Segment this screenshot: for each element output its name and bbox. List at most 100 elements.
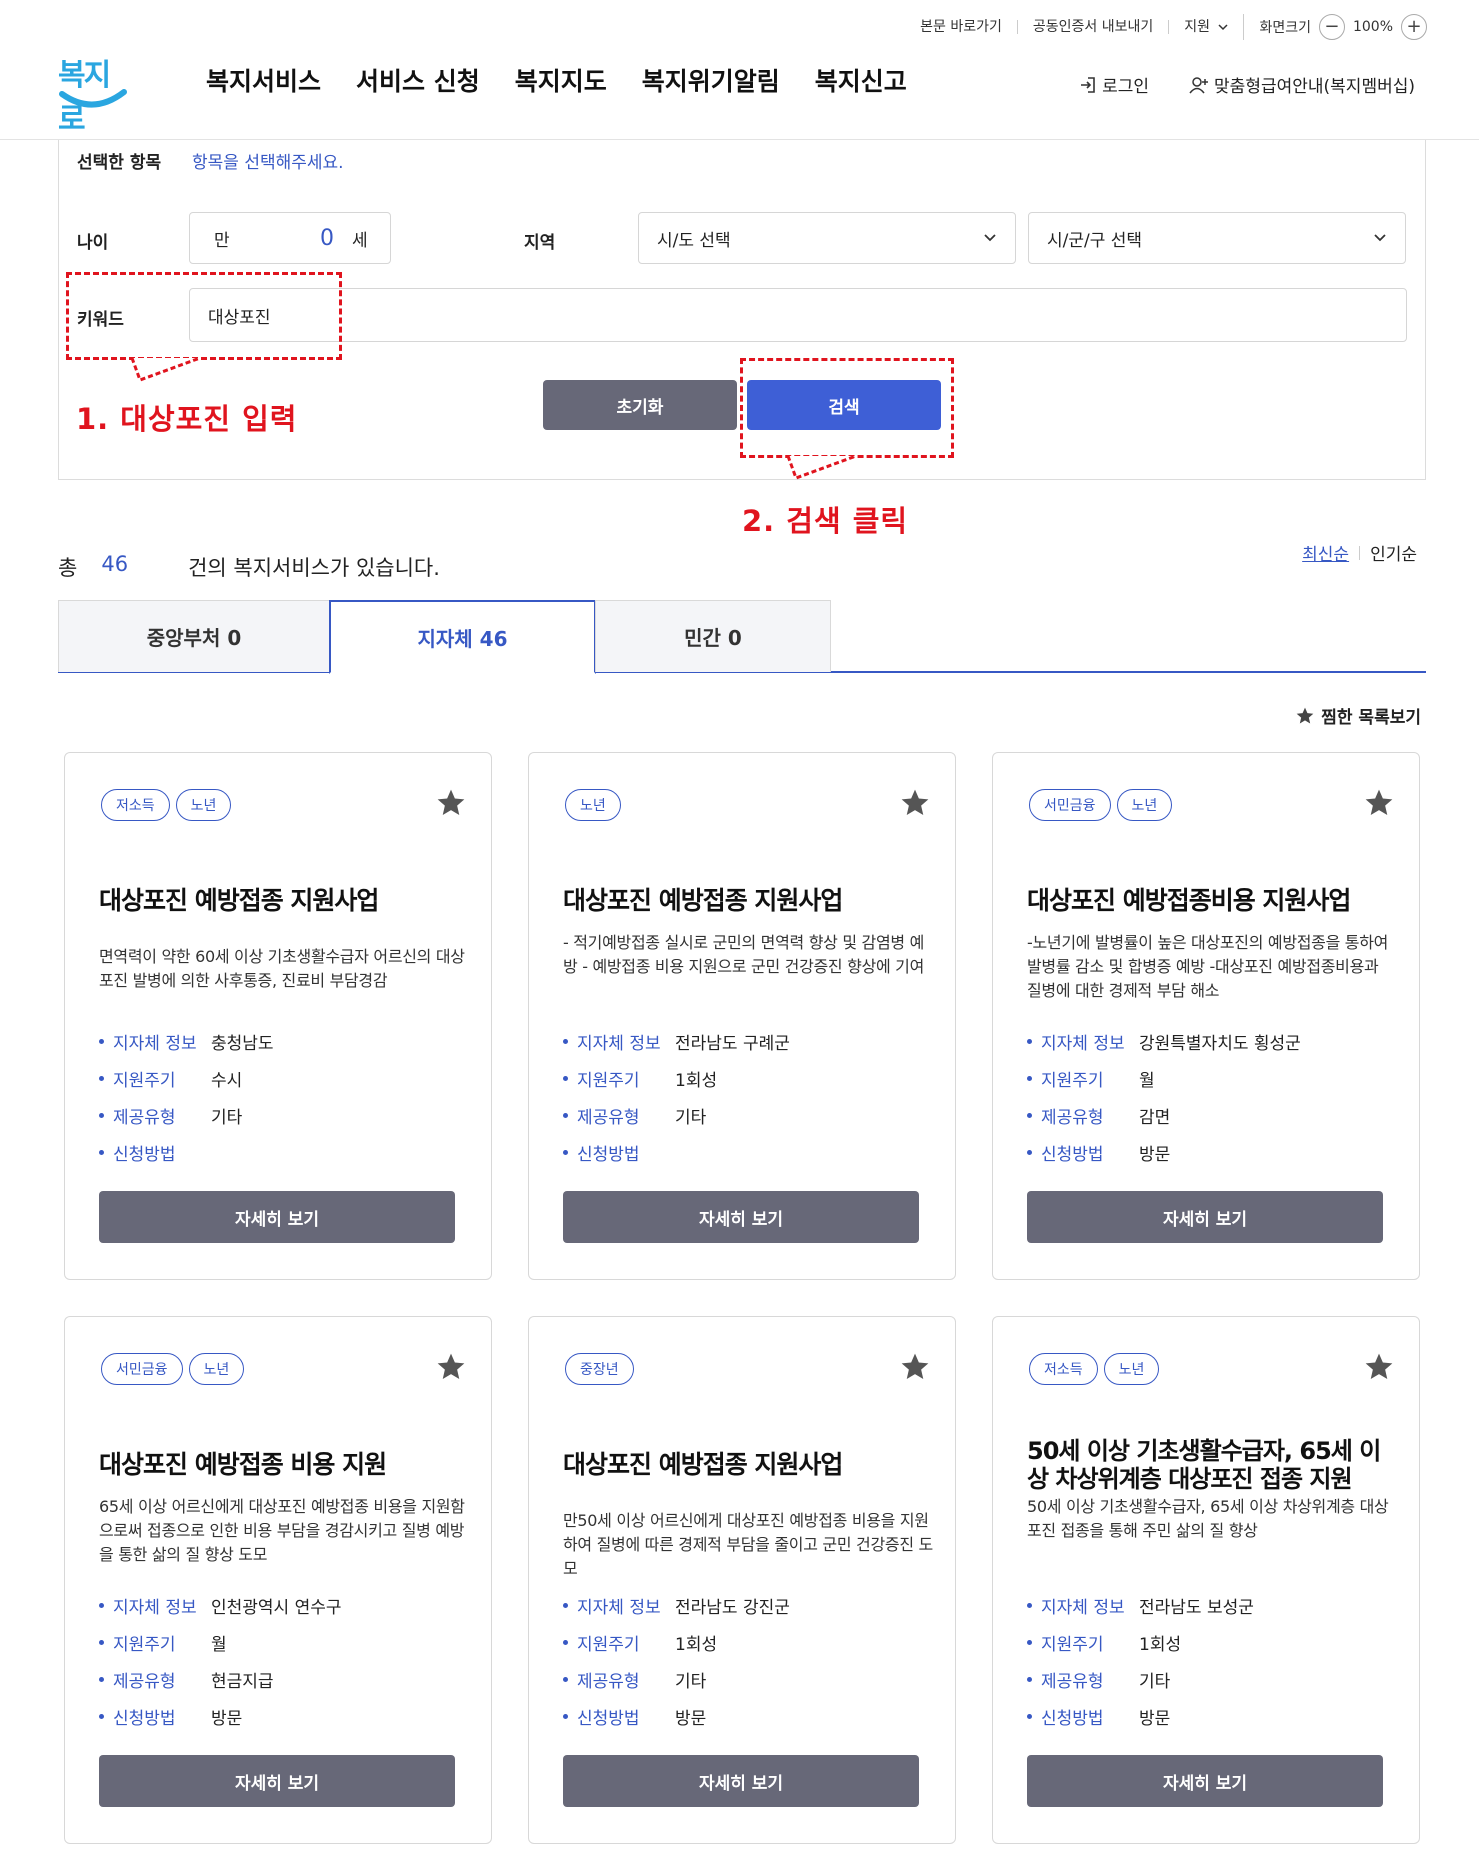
info-key: 신청방법 [1027,1140,1139,1165]
info-value: 방문 [211,1709,243,1729]
info-row: 지원주기 수시 [99,1060,274,1097]
detail-button[interactable]: 자세히 보기 [99,1191,455,1243]
tab-local-government[interactable]: 지자체 46 [329,600,596,674]
age-input[interactable]: 0 [320,226,334,251]
info-key: 신청방법 [563,1140,675,1165]
detail-button[interactable]: 자세히 보기 [563,1755,919,1807]
sido-select[interactable]: 시/도 선택 [638,212,1016,264]
info-value: 1회성 [675,1071,718,1091]
star-icon[interactable] [435,787,467,819]
info-row: 지자체 정보 전라남도 구례군 [563,1023,790,1060]
star-icon[interactable] [435,1351,467,1383]
age-field[interactable]: 만 0 세 [189,212,391,264]
nav-welfare-services[interactable]: 복지서비스 [206,62,321,98]
selected-items-hint: 항목을 선택해주세요. [192,153,344,173]
info-key: 제공유형 [99,1103,211,1128]
info-row: 제공유형 기타 [563,1661,790,1698]
sort-popular[interactable]: 인기순 [1370,540,1417,565]
star-icon[interactable] [1363,787,1395,819]
info-key: 제공유형 [563,1103,675,1128]
card-title[interactable]: 대상포진 예방접종 지원사업 [99,865,469,937]
info-key: 지원주기 [563,1066,675,1091]
info-row: 제공유형 감면 [1027,1097,1301,1134]
card-info-list: 지자체 정보 인천광역시 연수구 지원주기 월 제공유형 현금지급 신청방법 방… [99,1587,342,1735]
detail-button[interactable]: 자세히 보기 [1027,1755,1383,1807]
sigungu-select[interactable]: 시/군/구 선택 [1028,212,1406,264]
info-value: 방문 [1139,1145,1171,1165]
service-card: 서민금융 노년 대상포진 예방접종비용 지원사업 -노년기에 발병률이 높은 대상… [992,752,1420,1280]
card-title[interactable]: 대상포진 예방접종 지원사업 [563,1429,933,1501]
membership-label: 맞춤형급여안내(복지멤버십) [1214,77,1415,97]
export-certificate-link[interactable]: 공동인증서 내보내기 [1016,20,1168,34]
detail-button[interactable]: 자세히 보기 [99,1755,455,1807]
info-value: 수시 [211,1071,243,1091]
service-card: 저소득 노년 50세 이상 기초생활수급자, 65세 이상 차상위계층 대상포진 … [992,1316,1420,1844]
info-key: 신청방법 [1027,1704,1139,1729]
star-icon[interactable] [899,787,931,819]
info-value: 1회성 [675,1635,718,1655]
favorites-label: 찜한 목록보기 [1321,708,1421,728]
category-tag: 노년 [188,1353,245,1385]
sort-latest[interactable]: 최신순 [1302,540,1349,565]
zoom-out-button[interactable]: − [1318,14,1345,40]
info-value: 전라남도 강진군 [675,1598,790,1618]
nav-welfare-report[interactable]: 복지신고 [815,62,907,98]
service-card: 저소득 노년 대상포진 예방접종 지원사업 면역력이 약한 60세 이상 기초생활… [64,752,492,1280]
nav-service-apply[interactable]: 서비스 신청 [356,62,480,98]
sort-options: 최신순 인기순 [1302,540,1417,565]
info-row: 지자체 정보 전라남도 보성군 [1027,1587,1254,1624]
login-link[interactable]: 로그인 [1079,72,1149,97]
card-description: 50세 이상 기초생활수급자, 65세 이상 차상위계층 대상포진 접종을 통해… [1027,1497,1389,1540]
info-row: 제공유형 기타 [1027,1661,1254,1698]
result-count: 총 46 건의 복지서비스가 있습니다. [58,552,440,582]
account-nav: 로그인 맞춤형급여안내(복지멤버십) [1079,72,1415,97]
support-dropdown[interactable]: 지원 [1168,20,1243,34]
reset-button[interactable]: 초기화 [543,380,737,430]
category-tag: 노년 [175,789,232,821]
age-prefix: 만 [214,230,230,251]
info-row: 신청방법 방문 [99,1698,342,1735]
card-title[interactable]: 대상포진 예방접종 비용 지원 [99,1429,469,1501]
info-key: 지자체 정보 [563,1029,675,1054]
info-key: 지원주기 [1027,1630,1139,1655]
keyword-input[interactable]: 대상포진 [189,288,1407,342]
total-prefix: 총 [58,556,78,580]
card-title[interactable]: 50세 이상 기초생활수급자, 65세 이상 차상위계층 대상포진 접종 지원 [1027,1429,1397,1501]
info-key: 지원주기 [99,1066,211,1091]
card-tags: 서민금융 노년 [101,1353,245,1385]
card-description: 65세 이상 어르신에게 대상포진 예방접종 비용을 지원함으로써 접종으로 인… [99,1497,465,1564]
membership-link[interactable]: 맞춤형급여안내(복지멤버십) [1189,72,1415,97]
info-value: 기타 [675,1672,707,1692]
card-title[interactable]: 대상포진 예방접종비용 지원사업 [1027,865,1397,937]
card-title[interactable]: 대상포진 예방접종 지원사업 [563,865,933,937]
tab-private[interactable]: 민간 0 [595,600,831,672]
nav-crisis-alert[interactable]: 복지위기알림 [642,62,780,98]
info-row: 지원주기 1회성 [563,1060,790,1097]
nav-welfare-map[interactable]: 복지지도 [515,62,607,98]
info-key: 신청방법 [99,1140,211,1165]
logo-smile-icon [59,89,127,108]
sort-divider [1359,545,1361,560]
service-card: 노년 대상포진 예방접종 지원사업 - 적기예방접종 실시로 군민의 면역력 향… [528,752,956,1280]
info-row: 지원주기 월 [1027,1060,1301,1097]
site-logo[interactable]: 복지로 [58,50,128,137]
zoom-in-button[interactable]: + [1401,14,1427,40]
info-row: 제공유형 기타 [563,1097,790,1134]
detail-button[interactable]: 자세히 보기 [563,1191,919,1243]
star-icon[interactable] [1363,1351,1395,1383]
favorites-link[interactable]: 찜한 목록보기 [1295,703,1421,728]
info-value: 기타 [211,1108,243,1128]
support-label: 지원 [1184,19,1210,35]
tab-central[interactable]: 중앙부처 0 [58,600,330,672]
skip-to-content-link[interactable]: 본문 바로가기 [905,20,1017,34]
info-value: 방문 [1139,1709,1171,1729]
detail-button[interactable]: 자세히 보기 [1027,1191,1383,1243]
age-label: 나이 [77,233,109,253]
chevron-down-icon [984,234,996,242]
card-description: 만50세 이상 어르신에게 대상포진 예방접종 비용을 지원하여 질병에 따른 … [563,1511,933,1578]
user-add-icon [1189,76,1209,93]
star-icon[interactable] [899,1351,931,1383]
info-row: 신청방법 방문 [563,1698,790,1735]
card-description: - 적기예방접종 실시로 군민의 면역력 향상 및 감염병 예방 - 예방접종 … [563,933,925,976]
card-description: 면역력이 약한 60세 이상 기초생활수급자 어르신의 대상포진 발병에 의한 … [99,947,465,990]
